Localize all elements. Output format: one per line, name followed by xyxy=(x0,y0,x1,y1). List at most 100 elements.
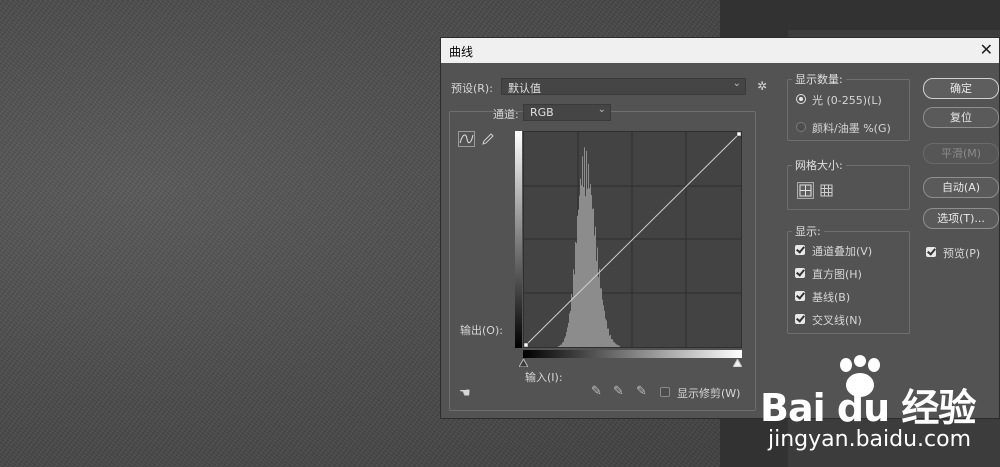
grid-detailed-button[interactable] xyxy=(819,183,834,198)
histogram-bar xyxy=(570,310,571,347)
curve-tool[interactable] xyxy=(458,131,475,147)
histogram-bar xyxy=(586,150,587,347)
close-icon[interactable]: ✕ xyxy=(980,40,993,59)
histogram-bar xyxy=(567,327,568,347)
chevron-down-icon: ⌄ xyxy=(597,104,606,115)
histogram-bar xyxy=(566,332,567,347)
preset-label: 预设(R): xyxy=(451,82,493,95)
histogram-bar xyxy=(605,318,606,347)
preset-select[interactable]: 默认值 ⌄ xyxy=(501,78,746,95)
histogram-bar xyxy=(569,313,570,347)
histogram-bar xyxy=(565,336,566,347)
preview-checkbox[interactable] xyxy=(926,247,936,257)
black-slider-icon[interactable] xyxy=(519,359,528,367)
histogram-checkbox[interactable] xyxy=(795,268,805,278)
grid-size-title: 网格大小: xyxy=(792,157,846,173)
smooth-button[interactable]: 平滑(M) xyxy=(923,143,999,164)
baseline-checkbox[interactable] xyxy=(795,291,805,301)
reset-button[interactable]: 复位 xyxy=(923,107,999,128)
histogram-bar xyxy=(611,339,612,347)
channel-overlay-checkbox[interactable] xyxy=(795,245,805,255)
display-amount-title: 显示数量: xyxy=(792,71,846,87)
options-button[interactable]: 选项(T)... xyxy=(923,208,999,229)
histogram-bar xyxy=(617,344,618,347)
histogram-bar xyxy=(595,226,596,347)
input-gradient xyxy=(523,350,742,358)
histogram-bar xyxy=(609,335,610,347)
histogram-bar xyxy=(592,208,593,347)
histogram-bar xyxy=(573,269,574,347)
channel-label: 通道: xyxy=(493,108,519,121)
histogram-bar xyxy=(619,345,620,347)
histogram-bar xyxy=(581,185,582,347)
histogram-bar xyxy=(603,305,604,347)
output-gradient xyxy=(515,131,522,348)
dialog-titlebar[interactable]: 曲线 ✕ xyxy=(441,38,999,63)
light-radio[interactable] xyxy=(796,94,806,104)
histogram-bar xyxy=(583,186,584,347)
input-label: 输入(I): xyxy=(525,371,563,384)
show-clipping-checkbox[interactable] xyxy=(660,387,670,397)
grid-simple-button[interactable] xyxy=(797,182,814,199)
histogram-bar xyxy=(615,343,616,347)
histogram-bar xyxy=(574,274,575,347)
channel-select[interactable]: RGB ⌄ xyxy=(523,104,611,121)
white-slider-icon[interactable] xyxy=(733,359,742,367)
white-point-handle xyxy=(736,131,742,137)
show-clipping-label: 显示修剪(W) xyxy=(677,387,741,400)
histogram-bar xyxy=(599,268,600,347)
curve-graph-svg xyxy=(523,131,742,348)
histogram-bar xyxy=(559,345,560,347)
pigment-radio[interactable] xyxy=(796,122,806,132)
baidu-watermark: Bai du 经验 jingyan.baidu.com xyxy=(760,355,1000,467)
grid-simple-icon xyxy=(799,184,812,197)
histogram-bar xyxy=(571,293,572,347)
histogram-bar xyxy=(597,247,598,347)
channel-value: RGB xyxy=(530,106,554,119)
histogram-bar xyxy=(604,310,605,347)
pencil-icon[interactable] xyxy=(481,132,495,146)
channel-overlay-label: 通道叠加(V) xyxy=(812,245,873,258)
histogram-bar xyxy=(613,341,614,347)
gear-icon[interactable]: ✲ xyxy=(757,79,767,93)
histogram-bar xyxy=(606,320,607,347)
histogram-bar xyxy=(602,299,603,347)
white-eyedropper-icon[interactable]: ✎ xyxy=(636,384,647,399)
histogram-bar xyxy=(596,260,597,347)
histogram-bar xyxy=(564,338,565,347)
histogram-bar xyxy=(612,339,613,347)
histogram-bar xyxy=(578,209,579,347)
dialog-title: 曲线 xyxy=(449,45,474,59)
on-image-adjust-icon[interactable]: ☚ xyxy=(459,386,471,401)
black-eyedropper-icon[interactable]: ✎ xyxy=(591,384,602,399)
preset-value: 默认值 xyxy=(508,82,541,95)
watermark-brand: Bai du 经验 xyxy=(760,386,976,430)
histogram-bar xyxy=(600,288,601,347)
histogram-bar xyxy=(579,195,580,347)
histogram-bar xyxy=(563,341,564,347)
intersection-line-checkbox[interactable] xyxy=(795,314,805,324)
curve-icon xyxy=(459,134,474,144)
gray-eyedropper-icon[interactable]: ✎ xyxy=(613,384,624,399)
watermark-url: jingyan.baidu.com xyxy=(768,427,972,452)
histogram-bar xyxy=(608,328,609,347)
histogram-bar xyxy=(572,296,573,347)
histogram-bar xyxy=(568,322,569,347)
ok-button[interactable]: 确定 xyxy=(923,78,999,99)
histogram-bar xyxy=(585,196,586,347)
pigment-radio-label: 颜料/油墨 %(G) xyxy=(812,122,891,135)
histogram-bar xyxy=(587,188,588,347)
histogram-bar xyxy=(591,195,592,347)
auto-button[interactable]: 自动(A) xyxy=(923,177,999,198)
histogram-bar xyxy=(558,345,559,347)
grid-detailed-icon xyxy=(820,184,833,197)
intersection-line-label: 交叉线(N) xyxy=(812,314,862,327)
histogram-bar xyxy=(590,184,591,347)
histogram-bar xyxy=(584,147,585,347)
output-label: 输出(O): xyxy=(460,324,503,337)
histogram-bar xyxy=(601,288,602,347)
histogram-bar xyxy=(580,178,581,347)
curve-graph[interactable] xyxy=(523,131,742,348)
histogram-bar xyxy=(588,163,589,347)
black-point-handle xyxy=(523,342,529,348)
